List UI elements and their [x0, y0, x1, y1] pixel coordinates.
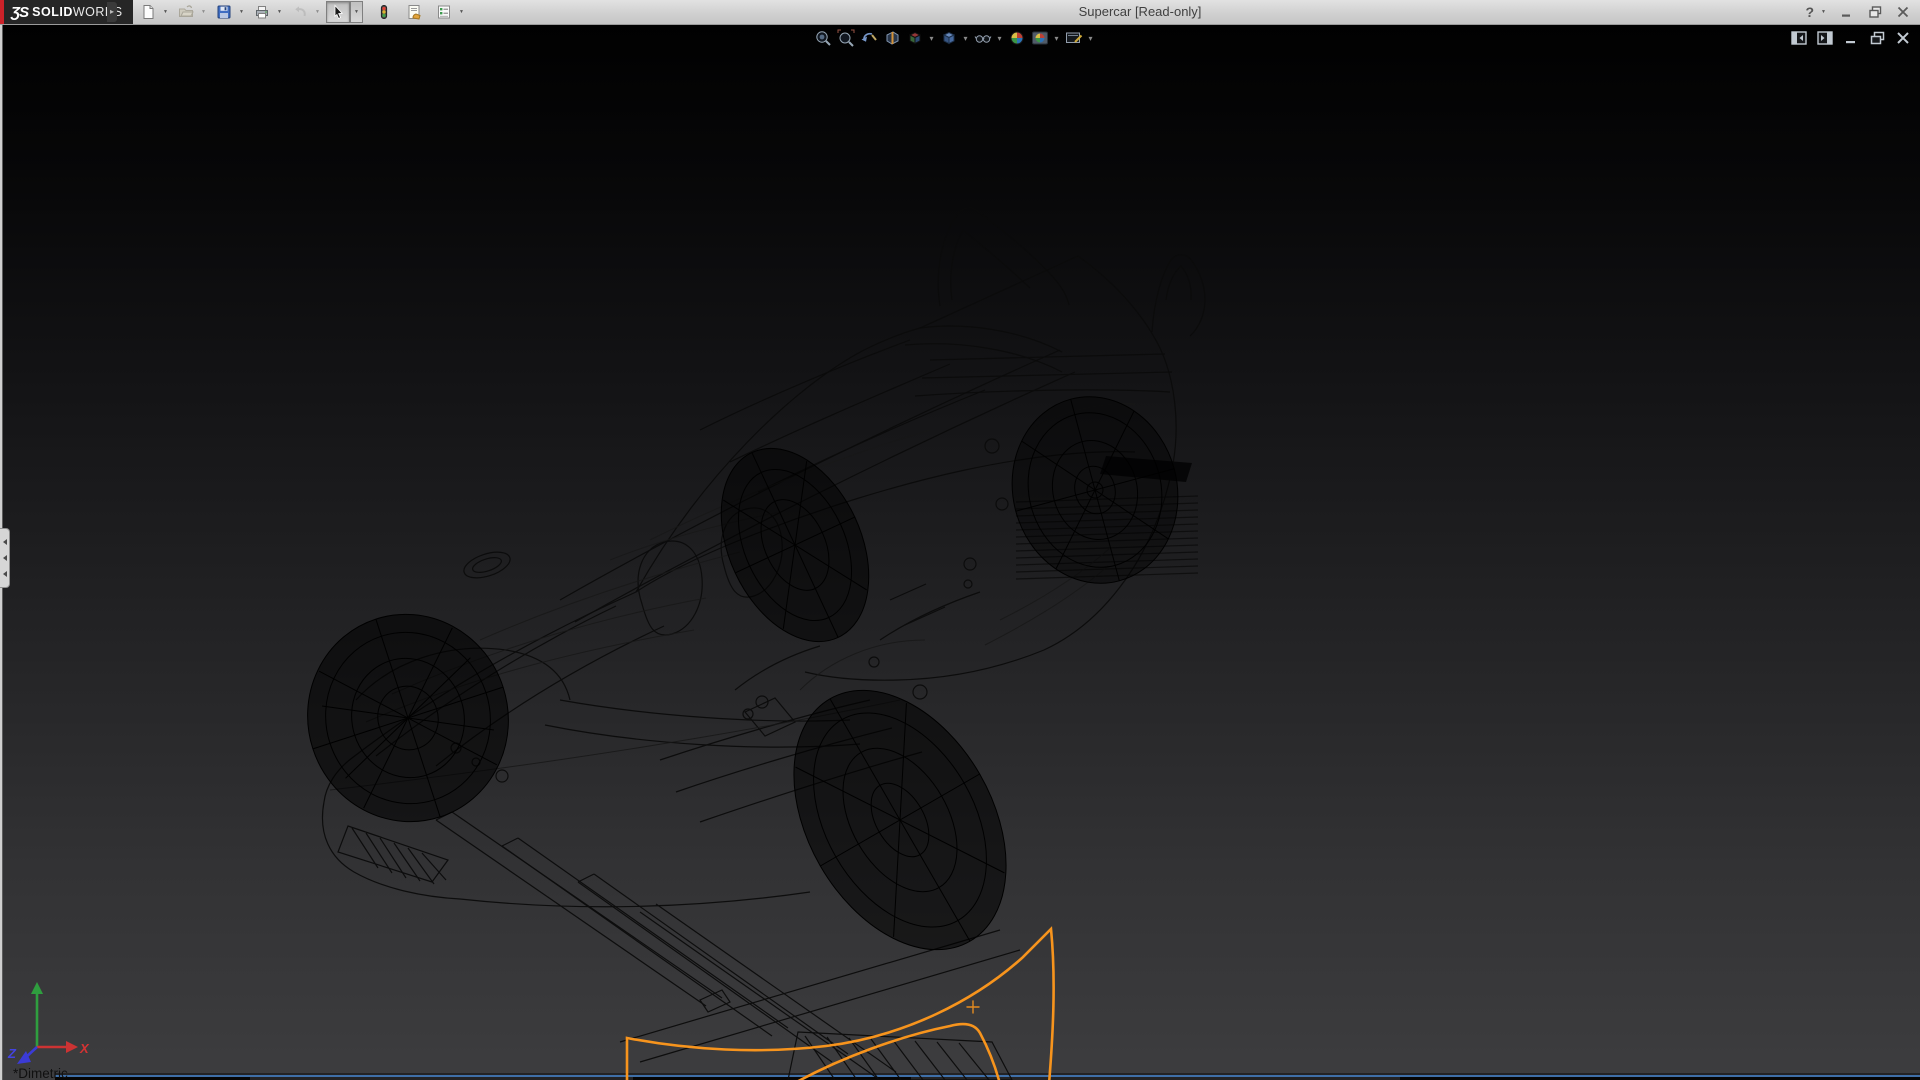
help-button[interactable]: ?: [1803, 4, 1816, 20]
apply-scene-dropdown[interactable]: ▾: [1052, 34, 1061, 43]
previous-view-icon: [860, 29, 878, 47]
collapse-arrow-icon: [3, 539, 7, 545]
graphics-viewport[interactable]: X Z: [0, 24, 1920, 1080]
apply-scene-button[interactable]: [1029, 28, 1050, 48]
document-window-controls: [1790, 30, 1912, 46]
pane-left-icon: [1791, 31, 1807, 45]
view-settings-dropdown[interactable]: ▾: [1086, 34, 1095, 43]
hide-show-items-button[interactable]: [972, 28, 993, 48]
undo-dropdown[interactable]: ▼: [312, 2, 323, 22]
selected-sketch-contour[interactable]: [627, 929, 1054, 1080]
save-dropdown[interactable]: ▼: [236, 2, 247, 22]
section-view-button[interactable]: [881, 28, 902, 48]
new-document-icon: [140, 4, 156, 20]
undo-button[interactable]: [288, 1, 312, 23]
logo-red-stripe: [0, 0, 4, 24]
task-pane-toggle-button[interactable]: [1816, 30, 1834, 46]
pane-right-icon: [1817, 31, 1833, 45]
close-document-button[interactable]: [1894, 30, 1912, 46]
close-button[interactable]: [1890, 2, 1916, 22]
zoom-to-area-button[interactable]: [835, 28, 856, 48]
view-orientation-dropdown[interactable]: ▾: [927, 34, 936, 43]
triad-z-label: Z: [7, 1046, 17, 1061]
minimize-document-icon: [1844, 31, 1858, 45]
collapse-arrow-icon: [3, 571, 7, 577]
select-cursor-icon: [330, 4, 346, 20]
wheel-front-left[interactable]: [281, 588, 535, 848]
open-folder-icon: [178, 4, 194, 20]
previous-view-button[interactable]: [858, 28, 879, 48]
select-button[interactable]: [326, 1, 350, 23]
collapse-arrow-icon: [3, 555, 7, 561]
restore-document-button[interactable]: [1868, 30, 1886, 46]
zoom-area-icon: [837, 29, 855, 47]
section-view-icon: [883, 29, 901, 47]
edit-appearance-button[interactable]: [1006, 28, 1027, 48]
help-dropdown[interactable]: ▼: [1818, 2, 1829, 22]
scene-ball-icon: [1031, 29, 1049, 47]
model-canvas[interactable]: X Z: [0, 24, 1920, 1080]
new-document-dropdown[interactable]: ▼: [160, 2, 171, 22]
window-controls: ? ▼: [1803, 1, 1916, 23]
display-style-button[interactable]: [938, 28, 959, 48]
window-title: Supercar [Read-only]: [360, 0, 1920, 24]
view-orientation-label: *Dimetric: [13, 1066, 68, 1080]
title-bar: ƷS SOLIDWORKS ▸ ▼ ▼ ▼: [0, 0, 1920, 25]
view-orientation-cube-icon: [906, 29, 924, 47]
close-document-icon: [1896, 31, 1910, 45]
wheel-rear-left[interactable]: [750, 653, 1049, 987]
view-settings-icon: [1065, 29, 1083, 47]
solidworks-logo-glyph: ƷS: [11, 4, 28, 21]
headsup-view-toolbar: ▾ ▾ ▾ ▾: [812, 28, 1095, 48]
print-button[interactable]: [250, 1, 274, 23]
close-icon: [1897, 6, 1909, 18]
display-style-cube-icon: [940, 29, 958, 47]
featuremanager-collapsed-handle[interactable]: [0, 528, 10, 588]
sketch-point-cross: [967, 1001, 979, 1013]
display-style-dropdown[interactable]: ▾: [961, 34, 970, 43]
save-icon: [216, 4, 232, 20]
open-dropdown[interactable]: ▼: [198, 2, 209, 22]
minimize-document-button[interactable]: [1842, 30, 1860, 46]
glasses-icon: [974, 29, 992, 47]
minimize-button[interactable]: [1834, 2, 1860, 22]
view-orientation-button[interactable]: [904, 28, 925, 48]
appearance-ball-icon: [1008, 29, 1026, 47]
print-icon: [254, 4, 270, 20]
zoom-to-fit-button[interactable]: [812, 28, 833, 48]
view-settings-button[interactable]: [1063, 28, 1084, 48]
orientation-triad: X Z: [7, 982, 90, 1064]
triad-x-label: X: [79, 1041, 90, 1056]
restore-button[interactable]: [1862, 2, 1888, 22]
wheel-front-right[interactable]: [692, 425, 898, 666]
wheel-rear-right[interactable]: [991, 378, 1198, 602]
new-document-button[interactable]: [136, 1, 160, 23]
open-button[interactable]: [174, 1, 198, 23]
minimize-icon: [1841, 6, 1853, 18]
feature-pane-toggle-button[interactable]: [1790, 30, 1808, 46]
save-button[interactable]: [212, 1, 236, 23]
zoom-fit-icon: [814, 29, 832, 47]
undo-icon: [292, 4, 308, 20]
restore-document-icon: [1870, 31, 1885, 45]
hide-show-items-dropdown[interactable]: ▾: [995, 34, 1004, 43]
restore-icon: [1869, 6, 1882, 18]
menu-expand-arrow[interactable]: ▸: [107, 2, 117, 22]
print-dropdown[interactable]: ▼: [274, 2, 285, 22]
